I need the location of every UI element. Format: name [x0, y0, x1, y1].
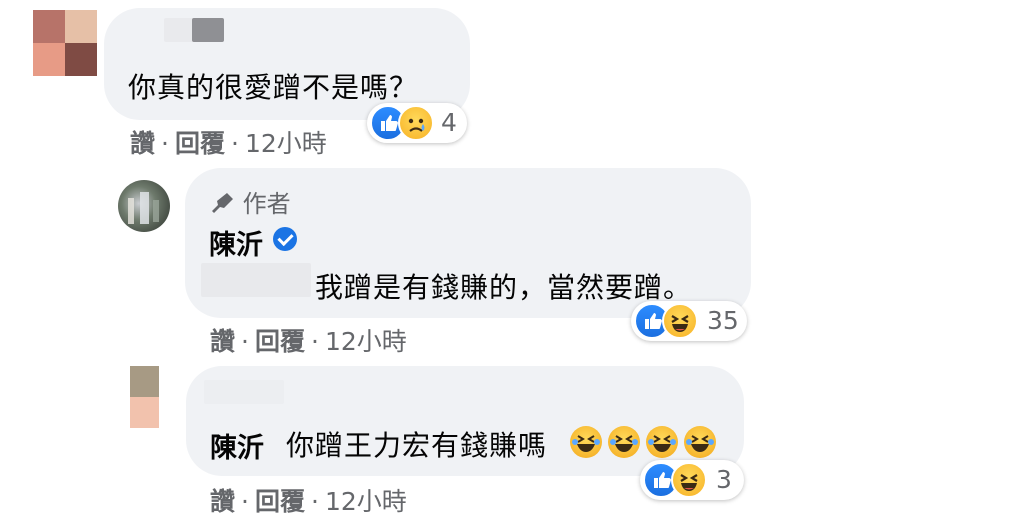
verified-icon: [273, 227, 297, 251]
comment-text: 你蹭王力宏有錢賺嗎: [286, 429, 548, 462]
timestamp[interactable]: 12小時: [245, 129, 327, 158]
author-name[interactable]: 陳沂: [209, 223, 263, 262]
comment-actions: 讚 · 回覆 · 12小時: [210, 322, 407, 358]
separator: ·: [310, 487, 319, 516]
separator: ·: [310, 327, 319, 356]
redacted-mention: [201, 263, 311, 297]
separator: ·: [230, 129, 239, 158]
rofl-emoji: [570, 426, 602, 458]
rofl-emoji: [646, 426, 678, 458]
timestamp[interactable]: 12小時: [325, 487, 407, 516]
comment-text: 你真的很愛蹭不是嗎？: [128, 71, 419, 104]
avatar[interactable]: [33, 10, 97, 76]
reply-link[interactable]: 回覆: [175, 129, 225, 158]
laugh-icon: [662, 303, 698, 339]
mention-tag[interactable]: 陳沂: [210, 426, 264, 465]
reaction-summary[interactable]: 3: [640, 460, 744, 500]
avatar-image: [128, 192, 159, 224]
timestamp[interactable]: 12小時: [325, 327, 407, 356]
reaction-count: 4: [441, 108, 457, 137]
comment-bubble: 作者 陳沂 我蹭是有錢賺的，當然要蹭。: [185, 168, 751, 318]
author-badge-label: 作者: [242, 190, 291, 218]
sad-icon: [398, 105, 434, 141]
rofl-emoji: [684, 426, 716, 458]
reaction-count: 35: [707, 306, 739, 335]
author-badge: 作者: [209, 184, 291, 219]
emoji-row: [570, 426, 720, 460]
comment-text: 我蹭是有錢賺的，當然要蹭。: [315, 271, 693, 304]
rofl-emoji: [608, 426, 640, 458]
reaction-summary[interactable]: 4: [367, 103, 467, 143]
redacted-name: [192, 18, 224, 42]
separator: ·: [241, 487, 249, 516]
reply-link[interactable]: 回覆: [255, 487, 305, 516]
avatar[interactable]: [130, 366, 188, 428]
reply-link[interactable]: 回覆: [255, 327, 305, 356]
like-link[interactable]: 讚: [210, 327, 235, 356]
reaction-count: 3: [716, 465, 732, 494]
comment-actions: 讚 · 回覆 · 12小時: [130, 124, 327, 160]
separator: ·: [161, 129, 169, 158]
comment-actions: 讚 · 回覆 · 12小時: [210, 482, 407, 518]
microphone-icon: [212, 193, 233, 213]
separator: ·: [241, 327, 249, 356]
laugh-icon: [671, 462, 707, 498]
reaction-summary[interactable]: 35: [631, 301, 747, 341]
like-link[interactable]: 讚: [210, 487, 235, 516]
avatar[interactable]: [118, 180, 170, 232]
redacted-name: [204, 380, 284, 404]
like-link[interactable]: 讚: [130, 129, 155, 158]
